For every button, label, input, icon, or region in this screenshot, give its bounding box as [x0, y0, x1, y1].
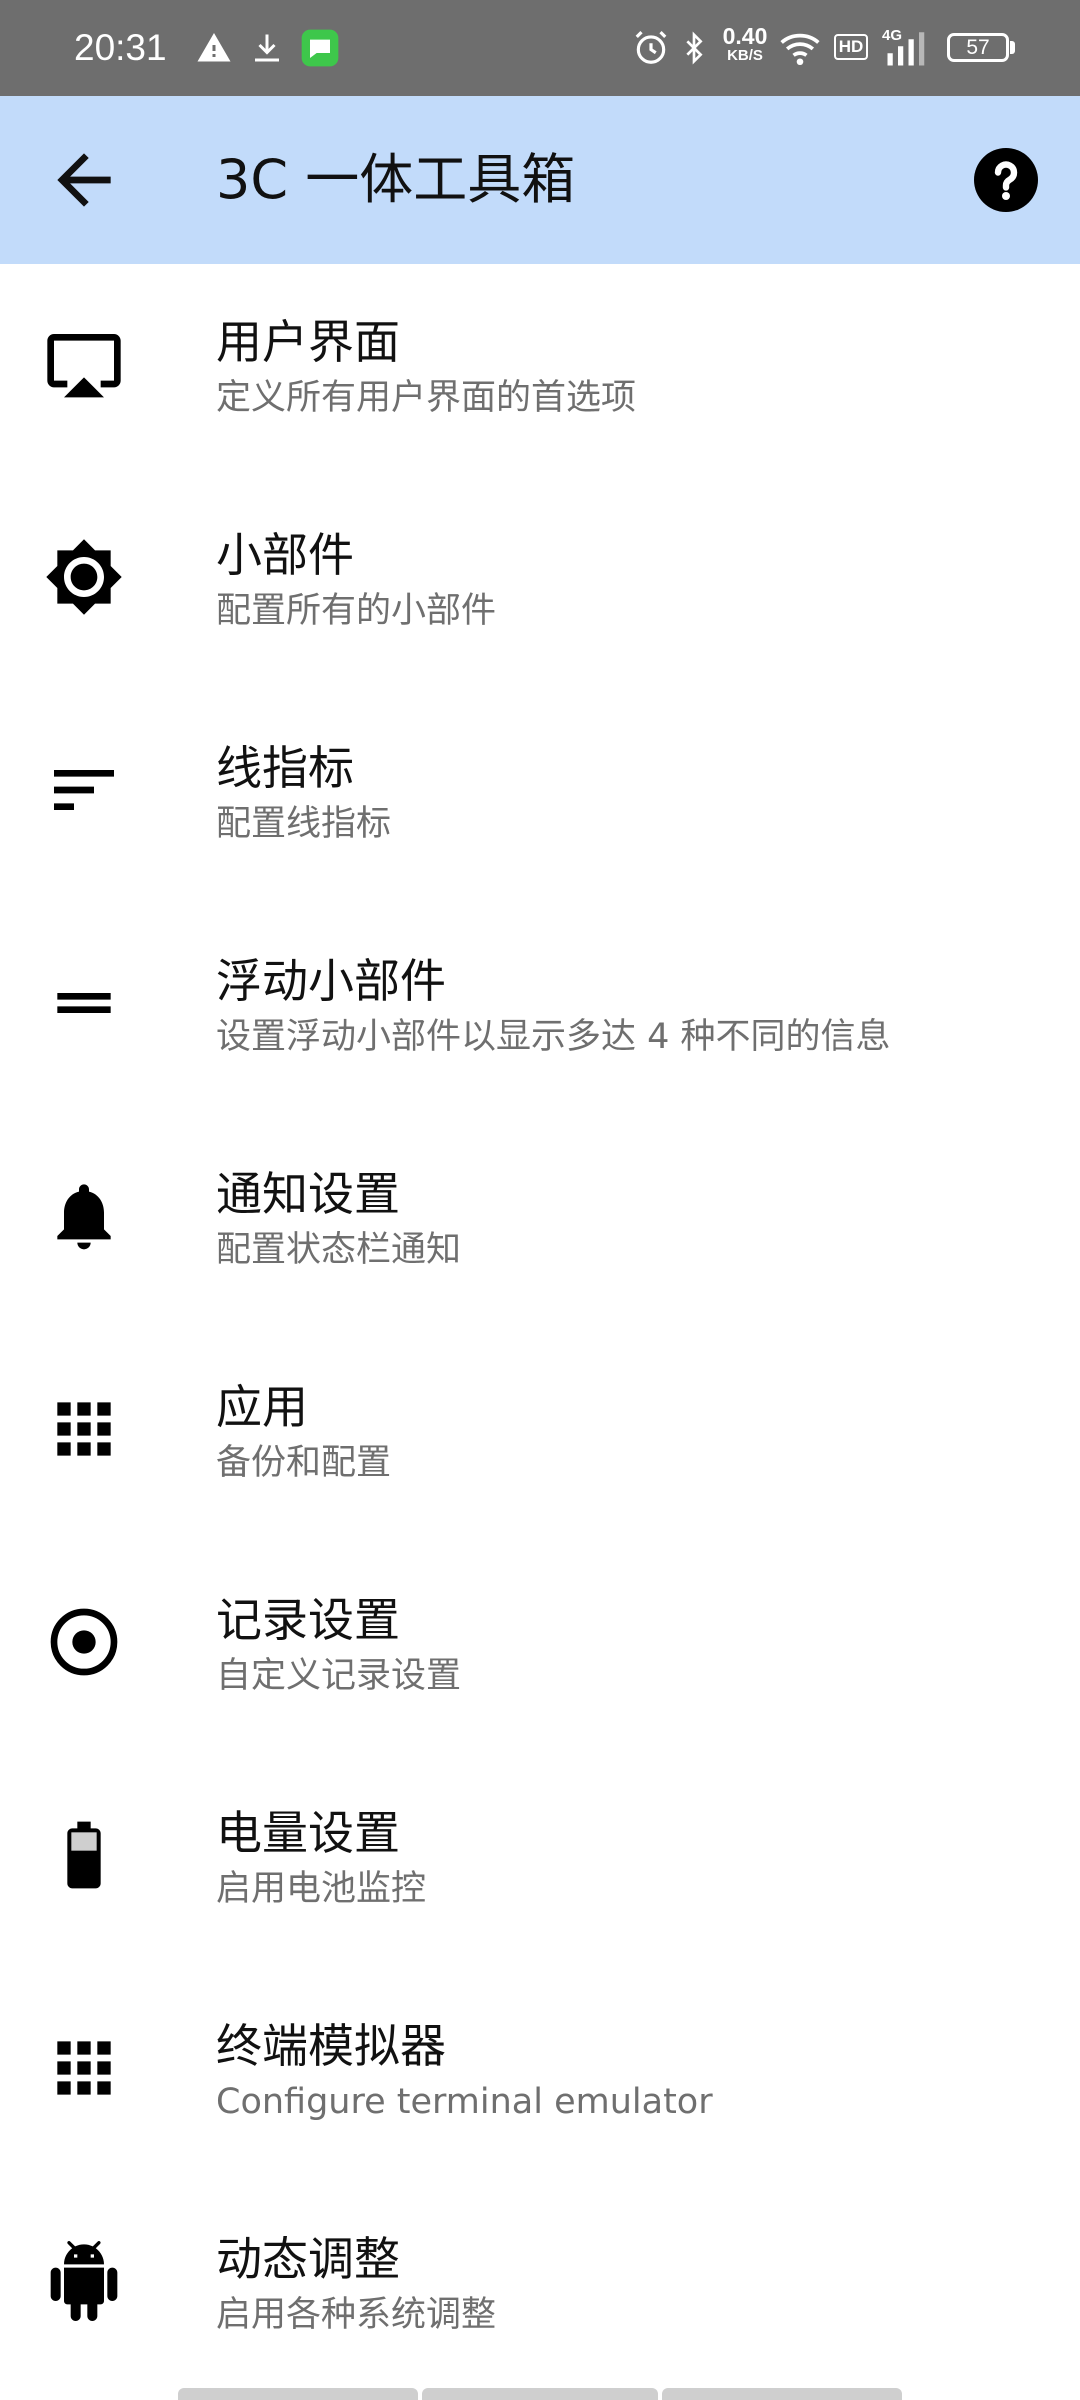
menu-item-floating-widgets[interactable]: 浮动小部件 设置浮动小部件以显示多达 4 种不同的信息	[0, 903, 1080, 1116]
arrow-left-icon[interactable]	[44, 140, 124, 220]
wifi-icon	[780, 33, 820, 66]
hd-label: HD	[838, 37, 864, 56]
battery-tip	[1010, 41, 1015, 54]
bluetooth-icon	[686, 31, 703, 65]
menu-item-title: 记录设置	[216, 1593, 400, 1647]
status-time: 20:31	[74, 27, 167, 68]
menu-item-subtitle: 自定义记录设置	[216, 1656, 462, 1696]
network-speed-unit: KB/S	[727, 47, 763, 64]
menu-item-subtitle: 配置线指标	[216, 804, 392, 844]
menu-item-line-indicator[interactable]: 线指标 配置线指标	[0, 690, 1080, 903]
menu-item-subtitle: 启用电池监控	[216, 1869, 427, 1909]
menu-item-subtitle: 配置所有的小部件	[216, 591, 497, 631]
menu-item-apps[interactable]: 应用 备份和配置	[0, 1329, 1080, 1542]
menu-item-subtitle: Configure terminal emulator	[216, 2082, 713, 2122]
menu-item-title: 用户界面	[216, 315, 400, 369]
menu-item-subtitle: 设置浮动小部件以显示多达 4 种不同的信息	[216, 1017, 891, 1057]
menu-item-notification-settings[interactable]: 通知设置 配置状态栏通知	[0, 1116, 1080, 1329]
help-circle-icon[interactable]	[974, 148, 1038, 212]
menu-item-title: 线指标	[216, 741, 354, 795]
menu-item-subtitle: 启用各种系统调整	[216, 2295, 497, 2335]
cast-screen-icon	[47, 334, 121, 398]
menu-item-title: 动态调整	[216, 2232, 400, 2286]
status-bar: 20:31 0.40 KB/S HD 4G 57	[0, 0, 1080, 96]
menu-item-dynamic-tweaks[interactable]: 动态调整 启用各种系统调整	[0, 2181, 1080, 2394]
menu-item-terminal-emulator[interactable]: 终端模拟器 Configure terminal emulator	[0, 1968, 1080, 2181]
bottom-edge-bar	[178, 2388, 418, 2400]
hd-icon: HD	[834, 34, 868, 60]
android-icon	[50, 2241, 118, 2321]
menu-item-title: 浮动小部件	[216, 954, 446, 1008]
sort-lines-icon	[54, 770, 114, 810]
alarm-icon	[635, 31, 667, 64]
message-app-icon	[301, 29, 339, 67]
menu-item-subtitle: 备份和配置	[216, 1443, 392, 1483]
menu-item-title: 电量设置	[216, 1806, 400, 1860]
download-icon	[255, 34, 279, 62]
battery-level: 57	[966, 36, 990, 59]
network-speed-value: 0.40	[722, 23, 768, 49]
bell-icon	[57, 1184, 111, 1250]
menu-item-battery-settings[interactable]: 电量设置 启用电池监控	[0, 1755, 1080, 1968]
warning-icon	[197, 33, 231, 62]
settings-menu-list: 用户界面 定义所有用户界面的首选项 小部件 配置所有的小部件 线指标 配置线指标…	[0, 264, 1080, 2394]
bottom-edge-bar	[662, 2388, 902, 2400]
menu-item-title: 终端模拟器	[216, 2019, 446, 2073]
menu-item-title: 小部件	[216, 528, 354, 582]
battery-icon	[67, 1821, 101, 1889]
menu-item-subtitle: 定义所有用户界面的首选项	[216, 378, 637, 418]
menu-item-subtitle: 配置状态栏通知	[216, 1230, 462, 1270]
menu-item-title: 通知设置	[216, 1167, 400, 1221]
apps-grid-icon	[57, 1402, 111, 1456]
equals-icon	[57, 993, 111, 1013]
network-speed: 0.40 KB/S	[717, 24, 773, 64]
app-bar: 3C 一体工具箱	[0, 96, 1080, 264]
page-title: 3C 一体工具箱	[216, 148, 576, 211]
bottom-edge-bar	[422, 2388, 658, 2400]
signal-icon	[887, 32, 925, 66]
battery-icon: 57	[947, 33, 1009, 62]
record-icon	[50, 1608, 118, 1676]
menu-item-widgets[interactable]: 小部件 配置所有的小部件	[0, 477, 1080, 690]
brightness-icon	[46, 539, 122, 615]
apps-grid-icon	[57, 2041, 111, 2095]
menu-item-title: 应用	[216, 1380, 308, 1434]
menu-item-user-interface[interactable]: 用户界面 定义所有用户界面的首选项	[0, 264, 1080, 477]
menu-item-recording-settings[interactable]: 记录设置 自定义记录设置	[0, 1542, 1080, 1755]
